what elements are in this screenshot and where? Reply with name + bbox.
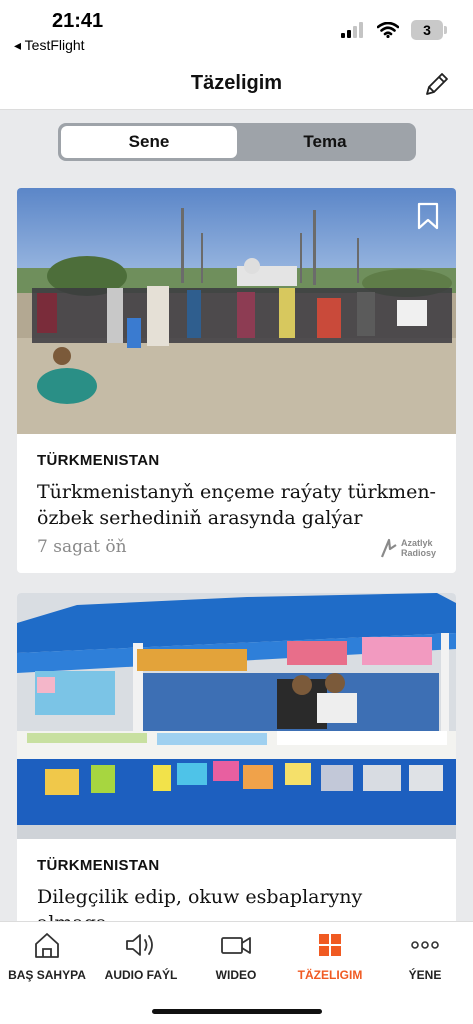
brand-line-2: Radiosy <box>400 548 436 558</box>
article-photo-stationery-stall <box>17 593 456 839</box>
back-to-testflight-link[interactable]: ◂ TestFlight <box>14 37 85 54</box>
tab-tazeligim[interactable]: TÄZELIGIM <box>283 930 377 982</box>
news-feed: TÜRKMENISTAN Türkmenistanyň ençeme raýat… <box>17 188 456 978</box>
article-body: TÜRKMENISTAN Türkmenistanyň ençeme raýat… <box>17 434 456 573</box>
tab-label: TÄZELIGIM <box>297 968 363 982</box>
app-header: Täzeligim <box>0 62 473 110</box>
article-card[interactable]: TÜRKMENISTAN Dilegçilik edip, okuw esbap… <box>17 593 456 958</box>
segmented-control: Sene Tema <box>58 123 416 161</box>
article-category: TÜRKMENISTAN <box>37 857 160 874</box>
status-bar: 21:41 ◂ TestFlight 3 <box>0 0 473 62</box>
azatlyk-logo-icon <box>380 538 397 558</box>
segment-sene[interactable]: Sene <box>61 126 237 158</box>
article-time: 7 sagat öň <box>37 537 127 557</box>
article-photo-border-crowd <box>17 188 456 434</box>
grid-icon <box>319 934 341 956</box>
bookmark-icon[interactable] <box>416 202 440 230</box>
status-time: 21:41 <box>52 10 104 32</box>
wifi-icon <box>377 22 399 38</box>
tab-label: WIDEO <box>215 968 257 982</box>
cellular-signal-icon <box>341 22 363 38</box>
speaker-icon <box>126 934 153 956</box>
tab-yene[interactable]: ÝENE <box>378 930 472 982</box>
bottom-tab-bar: BAŞ SAHYPA AUDIO FAÝL WIDEO TÄZELIGIM ÝE… <box>0 921 473 1024</box>
tab-label: AUDIO FAÝL <box>104 968 178 982</box>
article-category: TÜRKMENISTAN <box>37 452 160 469</box>
tab-wideo[interactable]: WIDEO <box>189 930 283 982</box>
home-icon <box>35 933 59 958</box>
video-camera-icon <box>221 937 251 954</box>
article-card[interactable]: TÜRKMENISTAN Türkmenistanyň ençeme raýat… <box>17 188 456 573</box>
brand-line-1: Azatlyk <box>400 538 433 548</box>
page-title: Täzeligim <box>190 72 283 94</box>
status-indicators: 3 <box>341 20 447 40</box>
more-dots-icon <box>411 941 439 949</box>
battery-indicator: 3 <box>411 20 447 40</box>
home-indicator[interactable] <box>152 1009 322 1014</box>
tab-label: ÝENE <box>408 968 442 982</box>
brand-logo: Azatlyk Radiosy <box>380 537 436 559</box>
article-title[interactable]: Türkmenistanyň ençeme raýaty türkmen-özb… <box>37 479 436 531</box>
tab-label: BAŞ SAHYPA <box>8 968 86 982</box>
pencil-icon <box>426 73 448 95</box>
edit-button[interactable] <box>421 68 453 100</box>
segment-tema[interactable]: Tema <box>237 126 413 158</box>
tab-bas-sahypa[interactable]: BAŞ SAHYPA <box>0 930 94 982</box>
tab-audio-fayl[interactable]: AUDIO FAÝL <box>94 930 188 982</box>
